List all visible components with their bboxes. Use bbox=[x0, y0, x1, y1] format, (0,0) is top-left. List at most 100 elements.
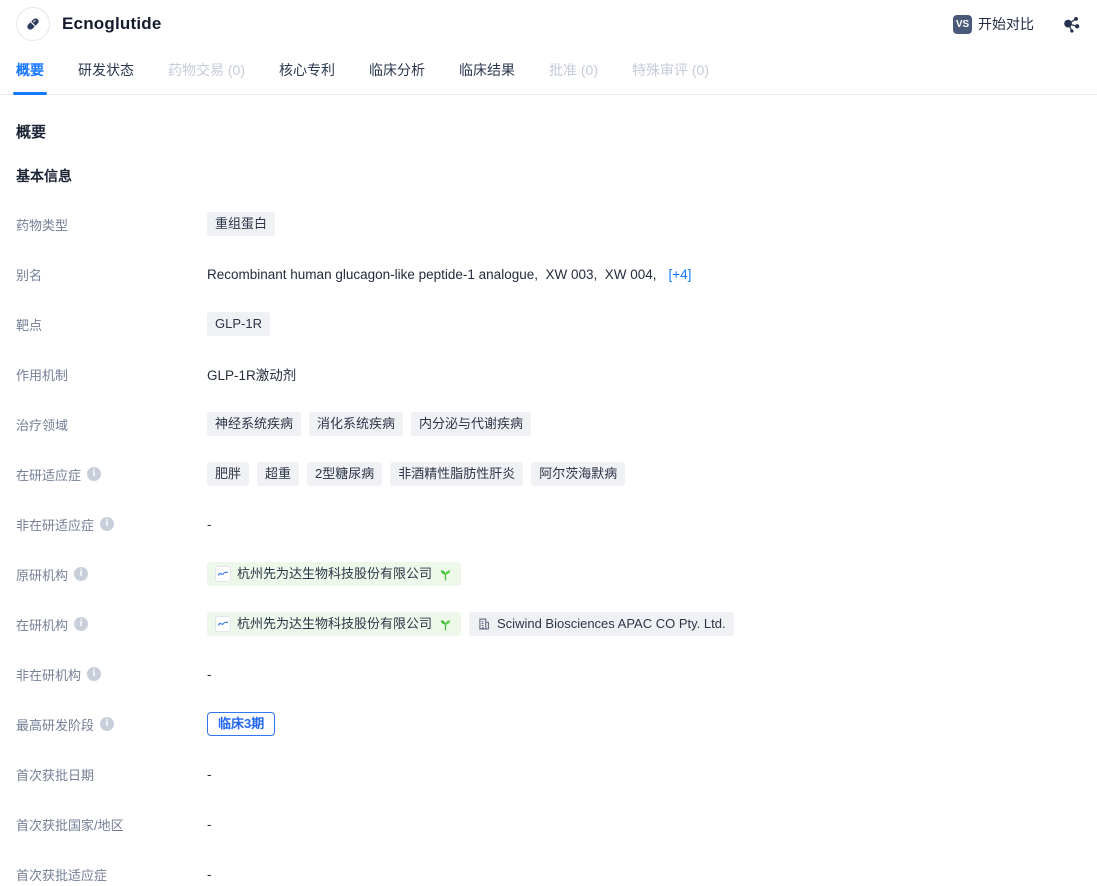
tab-clinical-analysis[interactable]: 临床分析 bbox=[369, 48, 425, 94]
stage-badge: 临床3期 bbox=[207, 712, 275, 736]
subsection-title: 基本信息 bbox=[16, 166, 1081, 186]
basic-info-rows: 药物类型 重组蛋白别名 Recombinant human glucagon-lik… bbox=[16, 212, 1081, 886]
aliases-label: 别名 bbox=[16, 265, 207, 284]
inactive-indications-value: - bbox=[207, 517, 212, 532]
info-icon[interactable]: i bbox=[87, 667, 101, 681]
tab-core-patents[interactable]: 核心专利 bbox=[279, 48, 335, 94]
info-icon[interactable]: i bbox=[100, 717, 114, 731]
active-org-value: 杭州先为达生物科技股份有限公司 Sciwind Biosciences APAC … bbox=[207, 612, 734, 636]
first-approval-indication-text: - bbox=[207, 867, 212, 882]
tab-rd-status[interactable]: 研发状态 bbox=[78, 48, 134, 94]
overview-panel: 概要 基本信息 药物类型重组蛋白别名Recombinant human gluc… bbox=[0, 95, 1097, 886]
inactive-org-label-text: 非在研机构 bbox=[16, 665, 81, 684]
active-org-label: 在研机构 i bbox=[16, 615, 207, 634]
info-icon[interactable]: i bbox=[87, 467, 101, 481]
therapy-areas-tag[interactable]: 神经系统疾病 bbox=[207, 412, 301, 436]
active-indications-label-text: 在研适应症 bbox=[16, 465, 81, 484]
row-active-indications: 在研适应症 i 肥胖超重 2型糖尿病非酒精性脂肪性肝炎阿尔茨海默病 bbox=[16, 462, 1081, 486]
drug-type-tag[interactable]: 重组蛋白 bbox=[207, 212, 275, 236]
active-org-org-tag[interactable]: Sciwind Biosciences APAC CO Pty. Ltd. bbox=[469, 612, 734, 636]
row-highest-phase: 最高研发阶段 i 临床3期 bbox=[16, 712, 1081, 736]
molecule-icon[interactable] bbox=[1060, 14, 1081, 35]
compare-button-label: 开始对比 bbox=[978, 14, 1034, 34]
row-drug-type: 药物类型 重组蛋白 bbox=[16, 212, 1081, 236]
first-approval-indication-value: - bbox=[207, 867, 212, 882]
row-originator-org: 原研机构 i 杭州先为达生物科技股份有限公司 bbox=[16, 562, 1081, 586]
aliases-text: Recombinant human glucagon-like peptide-… bbox=[207, 267, 657, 282]
row-mechanism: 作用机制 GLP-1R激动剂 bbox=[16, 362, 1081, 386]
info-icon[interactable]: i bbox=[100, 517, 114, 531]
aliases-more-link[interactable]: [+4] bbox=[669, 267, 692, 282]
targets-label-text: 靶点 bbox=[16, 315, 42, 334]
active-org-org-tag[interactable]: 杭州先为达生物科技股份有限公司 bbox=[207, 612, 461, 636]
company-logo-icon bbox=[215, 566, 231, 582]
originator-org-label-text: 原研机构 bbox=[16, 565, 68, 584]
active-indications-label: 在研适应症 i bbox=[16, 465, 207, 484]
active-indications-value: 肥胖超重 2型糖尿病非酒精性脂肪性肝炎阿尔茨海默病 bbox=[207, 462, 625, 486]
therapy-areas-label: 治疗领域 bbox=[16, 415, 207, 434]
building-icon bbox=[477, 617, 491, 631]
info-icon[interactable]: i bbox=[74, 617, 88, 631]
row-aliases: 别名 Recombinant human glucagon-like peptid… bbox=[16, 262, 1081, 286]
org-name: 杭州先为达生物科技股份有限公司 bbox=[237, 615, 432, 633]
page-title: Ecnoglutide bbox=[62, 14, 161, 34]
inactive-indications-text: - bbox=[207, 517, 212, 532]
org-name: Sciwind Biosciences APAC CO Pty. Ltd. bbox=[497, 615, 726, 633]
active-indications-tag[interactable]: 肥胖 bbox=[207, 462, 249, 486]
header-actions: VS 开始对比 bbox=[953, 14, 1081, 35]
tab-bar: 概要研发状态药物交易 (0)核心专利临床分析临床结果批准 (0)特殊审评 (0) bbox=[0, 48, 1097, 95]
originator-org-value: 杭州先为达生物科技股份有限公司 bbox=[207, 562, 461, 586]
row-active-org: 在研机构 i 杭州先为达生物科技股份有限公司 Sciwind Biosciences … bbox=[16, 612, 1081, 636]
tab-special-review: 特殊审评 (0) bbox=[632, 48, 709, 94]
first-approval-date-label: 首次获批日期 bbox=[16, 765, 207, 784]
active-indications-tag[interactable]: 2型糖尿病 bbox=[307, 462, 382, 486]
first-approval-country-value: - bbox=[207, 817, 212, 832]
row-first-approval-country: 首次获批国家/地区 - bbox=[16, 812, 1081, 836]
row-inactive-indications: 非在研适应症i- bbox=[16, 512, 1081, 536]
mechanism-label: 作用机制 bbox=[16, 365, 207, 384]
therapy-areas-label-text: 治疗领域 bbox=[16, 415, 68, 434]
drug-type-label-text: 药物类型 bbox=[16, 215, 68, 234]
active-org-label-text: 在研机构 bbox=[16, 615, 68, 634]
active-indications-tag[interactable]: 非酒精性脂肪性肝炎 bbox=[390, 462, 523, 486]
highest-phase-value: 临床3期 bbox=[207, 712, 275, 736]
first-approval-date-value: - bbox=[207, 767, 212, 782]
first-approval-indication-label-text: 首次获批适应症 bbox=[16, 865, 107, 884]
tab-overview[interactable]: 概要 bbox=[16, 48, 44, 94]
active-indications-tag[interactable]: 超重 bbox=[257, 462, 299, 486]
therapy-areas-value: 神经系统疾病消化系统疾病内分泌与代谢疾病 bbox=[207, 412, 531, 436]
highest-phase-label-text: 最高研发阶段 bbox=[16, 715, 94, 734]
mechanism-text: GLP-1R激动剂 bbox=[207, 364, 296, 384]
first-approval-indication-label: 首次获批适应症 bbox=[16, 865, 207, 884]
sprout-icon bbox=[438, 567, 453, 582]
first-approval-date-text: - bbox=[207, 767, 212, 782]
org-name: 杭州先为达生物科技股份有限公司 bbox=[237, 565, 432, 583]
row-inactive-org: 非在研机构 i - bbox=[16, 662, 1081, 686]
vs-icon: VS bbox=[953, 15, 972, 34]
originator-org-org-tag[interactable]: 杭州先为达生物科技股份有限公司 bbox=[207, 562, 461, 586]
row-therapy-areas: 治疗领域 神经系统疾病消化系统疾病内分泌与代谢疾病 bbox=[16, 412, 1081, 436]
row-first-approval-date: 首次获批日期- bbox=[16, 762, 1081, 786]
originator-org-label: 原研机构 i bbox=[16, 565, 207, 584]
drug-type-value: 重组蛋白 bbox=[207, 212, 275, 236]
company-logo-icon bbox=[215, 616, 231, 632]
compare-button[interactable]: VS 开始对比 bbox=[953, 14, 1034, 34]
first-approval-country-text: - bbox=[207, 817, 212, 832]
first-approval-country-label-text: 首次获批国家/地区 bbox=[16, 815, 124, 834]
therapy-areas-tag[interactable]: 内分泌与代谢疾病 bbox=[411, 412, 531, 436]
tab-clinical-results[interactable]: 临床结果 bbox=[459, 48, 515, 94]
info-icon[interactable]: i bbox=[74, 567, 88, 581]
targets-label: 靶点 bbox=[16, 315, 207, 334]
active-indications-tag[interactable]: 阿尔茨海默病 bbox=[531, 462, 625, 486]
targets-tag[interactable]: GLP-1R bbox=[207, 312, 270, 336]
inactive-org-value: - bbox=[207, 667, 212, 682]
mechanism-label-text: 作用机制 bbox=[16, 365, 68, 384]
inactive-indications-label: 非在研适应症i bbox=[16, 515, 207, 534]
therapy-areas-tag[interactable]: 消化系统疾病 bbox=[309, 412, 403, 436]
drug-type-label: 药物类型 bbox=[16, 215, 207, 234]
aliases-label-text: 别名 bbox=[16, 265, 42, 284]
pill-icon bbox=[16, 7, 50, 41]
inactive-org-text: - bbox=[207, 667, 212, 682]
targets-value: GLP-1R bbox=[207, 312, 270, 336]
row-targets: 靶点 GLP-1R bbox=[16, 312, 1081, 336]
